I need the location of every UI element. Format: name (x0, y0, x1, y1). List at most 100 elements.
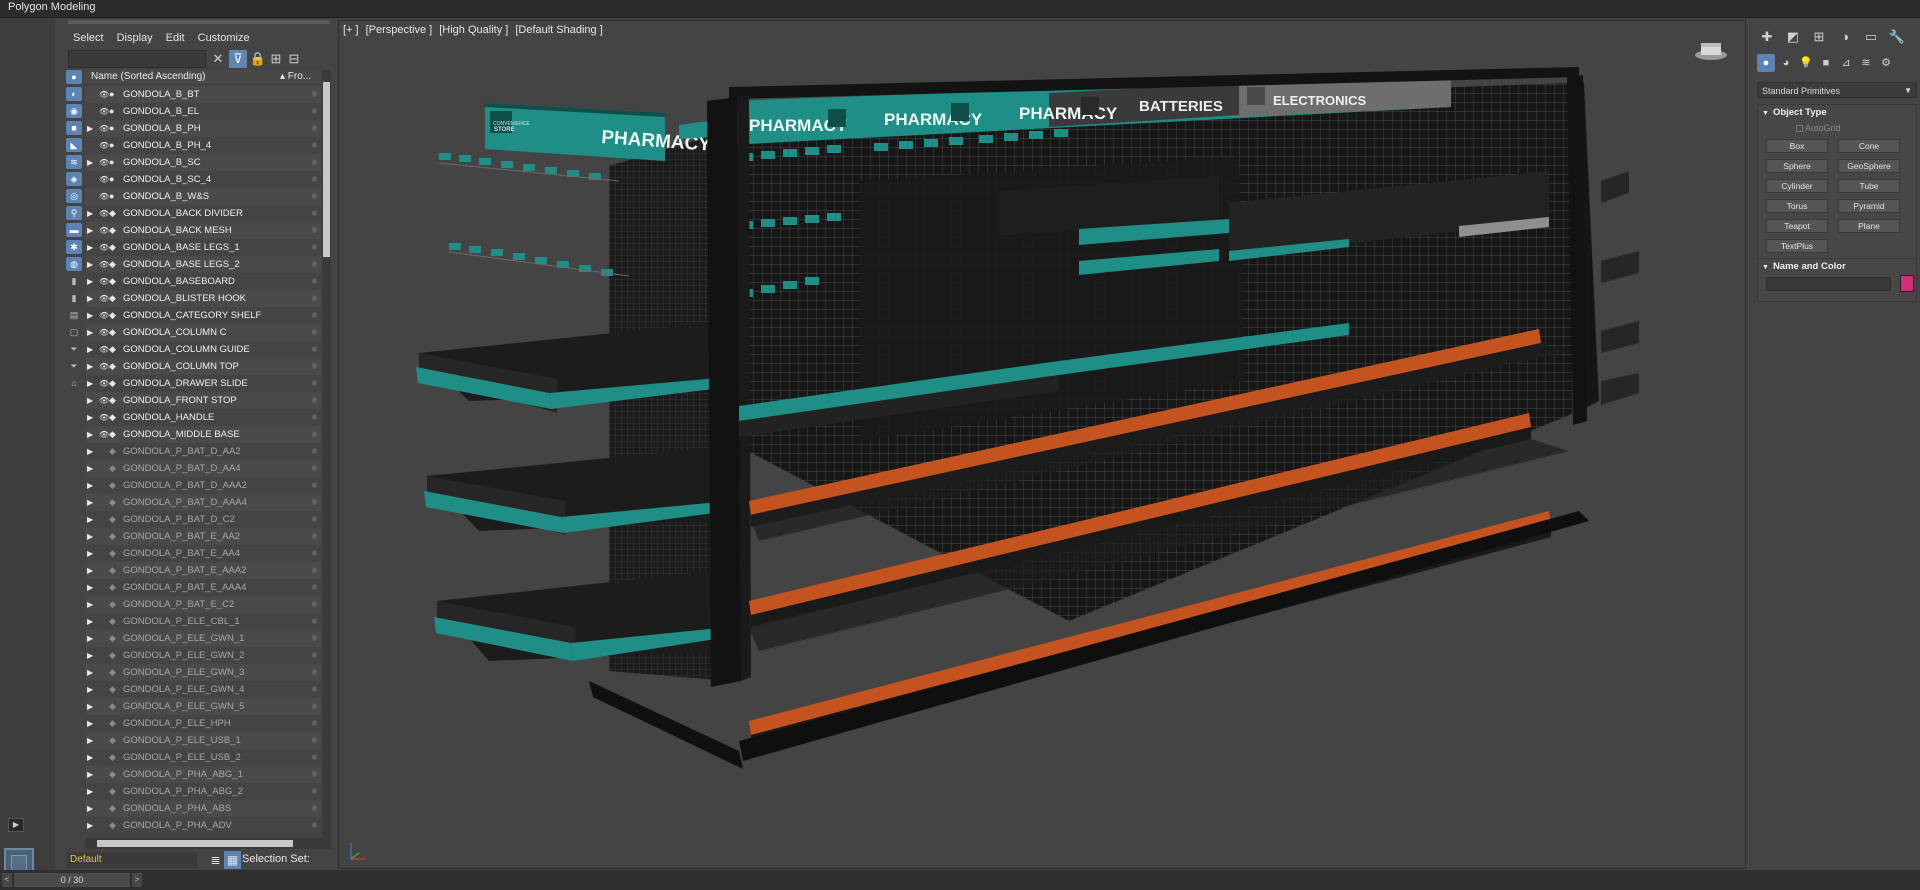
freeze-icon[interactable]: ❄ (311, 681, 318, 698)
sync-icon[interactable]: ▢ (66, 325, 82, 339)
lights-icon[interactable]: 💡 (1797, 54, 1815, 72)
freeze-icon[interactable]: ❄ (311, 460, 318, 477)
expand-arrow-icon[interactable]: ▶ (87, 817, 95, 834)
freeze-icon[interactable]: ❄ (311, 664, 318, 681)
freeze-icon[interactable]: ❄ (311, 766, 318, 783)
box-button[interactable]: Box (1766, 139, 1828, 153)
expand-arrow-icon[interactable]: ▶ (87, 324, 95, 341)
freeze-icon[interactable]: ❄ (311, 154, 318, 171)
table-row[interactable]: ▶ 👁 ◆ GONDOLA_BASEBOARD ❄ (85, 273, 321, 290)
expand-arrow-icon[interactable]: ▶ (87, 256, 95, 273)
funnel-alt-icon[interactable]: ⏷ (66, 359, 82, 373)
expand-arrow-icon[interactable]: ▶ (87, 647, 95, 664)
perspective-viewport[interactable]: [+ ] [Perspective ] [High Quality ] [Def… (338, 20, 1746, 869)
autogrid-checkbox[interactable]: AutoGrid (1796, 123, 1841, 133)
expand-arrow-icon[interactable]: ▶ (87, 783, 95, 800)
table-row[interactable]: ▶ 👁 ● GONDOLA_B_PH ❄ (85, 120, 321, 137)
expand-arrow-icon[interactable]: ▶ (87, 154, 95, 171)
expand-arrow-icon[interactable]: ▶ (87, 766, 95, 783)
visibility-eye-icon[interactable]: 👁 (99, 341, 109, 358)
visibility-eye-icon[interactable]: 👁 (99, 86, 109, 103)
freeze-icon[interactable]: ❄ (311, 494, 318, 511)
torus-button[interactable]: Torus (1766, 199, 1828, 213)
visibility-eye-icon[interactable]: 👁 (99, 392, 109, 409)
expand-arrow-icon[interactable]: ▶ (87, 545, 95, 562)
bones-filter-icon[interactable]: ⚲ (66, 206, 82, 220)
shapes-icon[interactable]: ◕ (1777, 54, 1795, 72)
lights-filter-icon[interactable]: ◉ (66, 104, 82, 118)
visibility-eye-icon[interactable]: 👁 (99, 273, 109, 290)
table-row[interactable]: ▶ 👁 ◆ GONDOLA_COLUMN GUIDE ❄ (85, 341, 321, 358)
freeze-icon[interactable]: ❄ (311, 239, 318, 256)
rollout-title[interactable]: ▼ Object Type (1758, 105, 1916, 121)
expand-arrow-icon[interactable]: ▶ (87, 341, 95, 358)
display-none-icon[interactable]: ▮ (66, 291, 82, 305)
funnel-icon[interactable]: ⏷ (66, 342, 82, 356)
expand-arrow-icon[interactable]: ▶ (87, 375, 95, 392)
prev-frame-icon[interactable]: < (2, 873, 12, 887)
table-row[interactable]: ▶ ◆ GONDOLA_P_BAT_E_C2 ❄ (85, 596, 321, 613)
freeze-icon[interactable]: ❄ (311, 817, 318, 834)
freeze-icon[interactable]: ❄ (311, 613, 318, 630)
helpers-icon[interactable]: ⊿ (1837, 54, 1855, 72)
layer-dropdown[interactable]: Default (67, 852, 197, 868)
table-row[interactable]: ▶ ◆ GONDOLA_P_BAT_E_AAA4 ❄ (85, 579, 321, 596)
visibility-eye-icon[interactable]: 👁 (99, 409, 109, 426)
table-row[interactable]: ▶ ◆ GONDOLA_P_BAT_E_AA4 ❄ (85, 545, 321, 562)
freeze-icon[interactable]: ❄ (311, 579, 318, 596)
freeze-icon[interactable]: ❄ (311, 511, 318, 528)
freeze-icon[interactable]: ❄ (311, 171, 318, 188)
table-row[interactable]: ▶ ◆ GONDOLA_P_ELE_USB_1 ❄ (85, 732, 321, 749)
plane-button[interactable]: Plane (1838, 219, 1900, 233)
table-row[interactable]: ▶ ◆ GONDOLA_P_BAT_E_AA2 ❄ (85, 528, 321, 545)
table-row[interactable]: ▶ ◆ GONDOLA_P_ELE_HPH ❄ (85, 715, 321, 732)
lock-icon[interactable]: 🔒 (249, 50, 267, 68)
filter-icon[interactable]: ⊽ (229, 50, 247, 68)
freeze-icon[interactable]: ❄ (311, 375, 318, 392)
freeze-icon[interactable]: ❄ (311, 596, 318, 613)
freeze-icon[interactable]: ❄ (311, 358, 318, 375)
expand-arrow-icon[interactable]: ▶ (87, 392, 95, 409)
expand-arrow-icon[interactable]: ▶ (87, 800, 95, 817)
expand-arrow-icon[interactable]: ▶ (87, 698, 95, 715)
create-tab-icon[interactable]: ✚ (1757, 28, 1777, 46)
cylinder-button[interactable]: Cylinder (1766, 179, 1828, 193)
expand-arrow-icon[interactable]: ▶ (87, 120, 95, 137)
table-row[interactable]: ▶ ◆ GONDOLA_P_BAT_D_AA4 ❄ (85, 460, 321, 477)
table-row[interactable]: ▶ ◆ GONDOLA_P_ELE_CBL_1 ❄ (85, 613, 321, 630)
column-frozen-header[interactable]: ▴ Fro... (280, 71, 311, 82)
expand-arrow-icon[interactable]: ▶ (87, 290, 95, 307)
table-row[interactable]: 👁 ● GONDOLA_B_SC_4 ❄ (85, 171, 321, 188)
modify-tab-icon[interactable]: ◩ (1783, 28, 1803, 46)
expand-arrow-icon[interactable]: ▶ (87, 239, 95, 256)
table-row[interactable]: ▶ 👁 ◆ GONDOLA_BACK DIVIDER ❄ (85, 205, 321, 222)
expand-arrow-icon[interactable]: ▶ (87, 749, 95, 766)
visibility-eye-icon[interactable]: 👁 (99, 375, 109, 392)
freeze-icon[interactable]: ❄ (311, 341, 318, 358)
freeze-icon[interactable]: ❄ (311, 137, 318, 154)
textplus-button[interactable]: TextPlus (1766, 239, 1828, 253)
motion-tab-icon[interactable]: ◑ (1835, 28, 1855, 46)
expand-arrow-icon[interactable]: ▶ (87, 596, 95, 613)
invert-icon[interactable]: ▤ (66, 308, 82, 322)
table-row[interactable]: ▶ ◆ GONDOLA_P_PHA_ABG_1 ❄ (85, 766, 321, 783)
visibility-eye-icon[interactable]: 👁 (99, 188, 109, 205)
table-row[interactable]: ▶ 👁 ◆ GONDOLA_COLUMN TOP ❄ (85, 358, 321, 375)
expand-arrow-icon[interactable]: ▶ (87, 664, 95, 681)
visibility-eye-icon[interactable]: 👁 (99, 205, 109, 222)
visibility-eye-icon[interactable]: 👁 (99, 222, 109, 239)
table-row[interactable]: ▶ ◆ GONDOLA_P_PHA_ABG_2 ❄ (85, 783, 321, 800)
containers-filter-icon[interactable]: ▬ (66, 223, 82, 237)
visibility-eye-icon[interactable]: 👁 (99, 171, 109, 188)
explorer-handle[interactable] (68, 20, 330, 24)
clear-search-icon[interactable]: ✕ (209, 50, 227, 68)
hierarchy-icon[interactable]: ⊞ (267, 50, 285, 68)
table-row[interactable]: ▶ ◆ GONDOLA_P_ELE_USB_2 ❄ (85, 749, 321, 766)
freeze-icon[interactable]: ❄ (311, 222, 318, 239)
expand-arrow-icon[interactable]: ▶ (87, 443, 95, 460)
table-row[interactable]: ▶ 👁 ◆ GONDOLA_CATEGORY SHELF ❄ (85, 307, 321, 324)
freeze-icon[interactable]: ❄ (311, 120, 318, 137)
search-input[interactable] (68, 50, 206, 68)
object-color-swatch[interactable] (1900, 275, 1914, 292)
table-row[interactable]: ▶ ◆ GONDOLA_P_BAT_D_AAA4 ❄ (85, 494, 321, 511)
